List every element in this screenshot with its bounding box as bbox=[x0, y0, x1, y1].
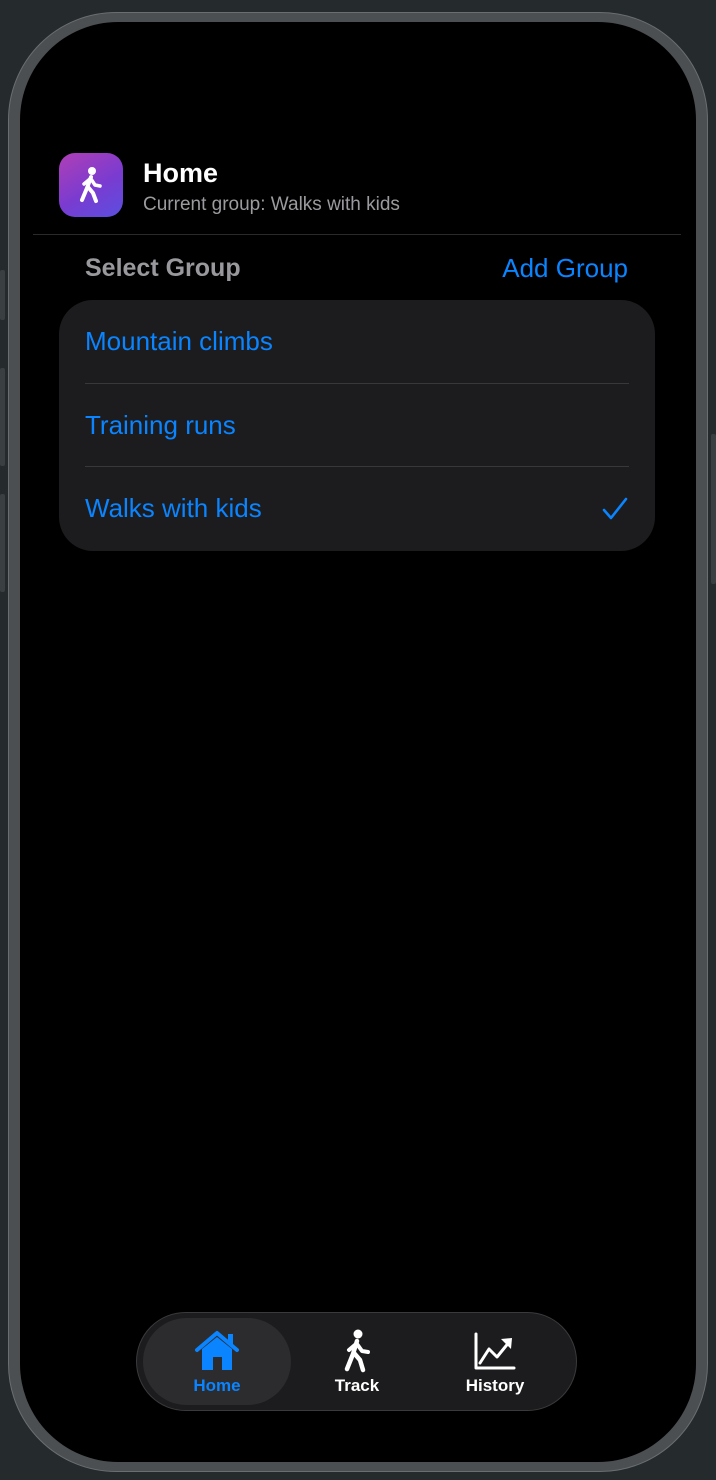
silent-switch bbox=[0, 270, 5, 320]
chart-line-icon bbox=[474, 1332, 516, 1370]
checkmark-icon bbox=[602, 497, 628, 520]
tab-label: Home bbox=[193, 1376, 241, 1395]
tab-home[interactable]: Home bbox=[143, 1318, 291, 1405]
figure-walk-icon bbox=[80, 167, 102, 203]
app-icon bbox=[59, 153, 123, 217]
tab-bar: Home Track History bbox=[136, 1312, 577, 1411]
tab-history[interactable]: History bbox=[421, 1318, 569, 1405]
figure-walk-icon bbox=[344, 1329, 370, 1373]
current-group-subtitle: Current group: Walks with kids bbox=[143, 194, 400, 215]
group-row-mountain-climbs[interactable]: Mountain climbs bbox=[59, 300, 655, 384]
page-title: Home bbox=[143, 158, 219, 188]
tab-label: Track bbox=[334, 1376, 380, 1395]
group-label: Mountain climbs bbox=[85, 326, 273, 357]
group-label: Training runs bbox=[85, 409, 236, 440]
group-row-walks-with-kids[interactable]: Walks with kids bbox=[59, 467, 655, 551]
group-row-training-runs[interactable]: Training runs bbox=[59, 384, 655, 467]
power-button bbox=[711, 434, 716, 584]
add-group-button[interactable]: Add Group bbox=[502, 253, 628, 284]
volume-up-button bbox=[0, 368, 5, 466]
header-divider bbox=[33, 234, 681, 235]
section-label: Select Group bbox=[85, 254, 241, 282]
volume-down-button bbox=[0, 494, 5, 592]
app-screen: Home Current group: Walks with kids Sele… bbox=[20, 22, 696, 1462]
tab-label: History bbox=[465, 1376, 525, 1395]
house-icon bbox=[195, 1331, 239, 1370]
group-label: Walks with kids bbox=[85, 493, 262, 524]
group-list: Mountain climbs Training runs Walks with… bbox=[59, 300, 655, 551]
tab-track[interactable]: Track bbox=[283, 1318, 431, 1405]
